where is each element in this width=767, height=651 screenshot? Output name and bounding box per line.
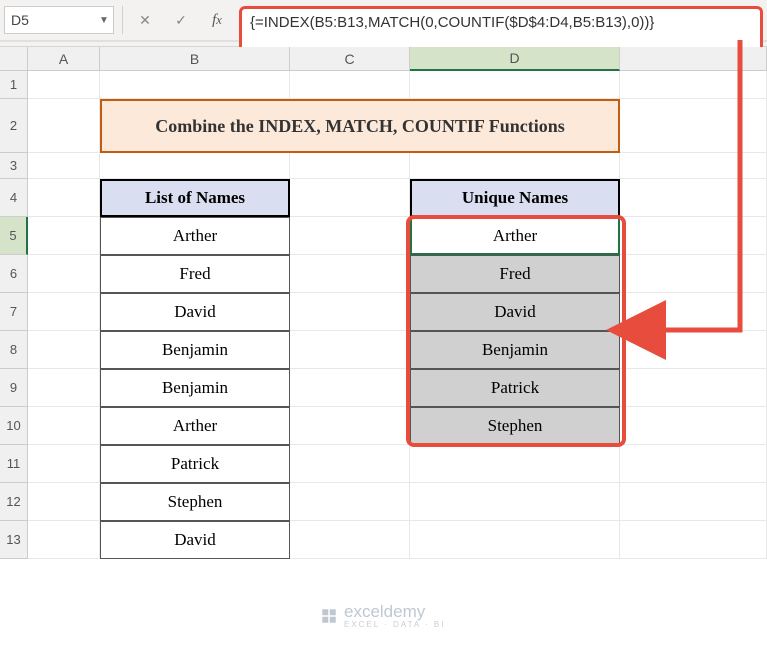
row-header[interactable]: 13 [0, 521, 28, 559]
list-item[interactable]: Stephen [100, 483, 290, 521]
list-item[interactable]: Arther [100, 217, 290, 255]
row-header[interactable]: 6 [0, 255, 28, 293]
cell[interactable] [620, 153, 767, 179]
cell[interactable] [620, 99, 767, 153]
list-item[interactable]: Benjamin [100, 369, 290, 407]
header-list-names[interactable]: List of Names [100, 179, 290, 217]
cell[interactable] [290, 521, 410, 559]
unique-item[interactable]: David [410, 293, 620, 331]
cell[interactable] [28, 255, 100, 293]
cell[interactable] [620, 179, 767, 217]
list-item[interactable]: Patrick [100, 445, 290, 483]
divider [122, 6, 123, 34]
cell[interactable] [290, 407, 410, 445]
name-box-wrap[interactable]: ▼ [4, 6, 114, 34]
cell[interactable] [620, 369, 767, 407]
row-header[interactable]: 8 [0, 331, 28, 369]
list-item[interactable]: Benjamin [100, 331, 290, 369]
cell[interactable] [410, 483, 620, 521]
cell[interactable] [290, 293, 410, 331]
cell[interactable] [290, 331, 410, 369]
watermark-logo-icon [320, 607, 338, 625]
select-all-corner[interactable] [0, 47, 28, 71]
cell[interactable] [620, 521, 767, 559]
spreadsheet-grid: A B C D 1 2 Combine the INDEX, MATCH, CO… [0, 47, 767, 559]
cell[interactable] [28, 407, 100, 445]
namebox-dropdown-icon[interactable]: ▼ [95, 15, 113, 26]
cell[interactable] [28, 483, 100, 521]
watermark-brand: exceldemy [344, 602, 445, 622]
row-header[interactable]: 1 [0, 71, 28, 99]
row-header[interactable]: 12 [0, 483, 28, 521]
unique-item[interactable]: Patrick [410, 369, 620, 407]
cell[interactable] [28, 217, 100, 255]
cell[interactable] [28, 521, 100, 559]
cell[interactable] [620, 255, 767, 293]
unique-item[interactable]: Benjamin [410, 331, 620, 369]
cell[interactable] [620, 483, 767, 521]
cell[interactable] [290, 153, 410, 179]
header-unique-names[interactable]: Unique Names [410, 179, 620, 217]
row-header[interactable]: 11 [0, 445, 28, 483]
list-item[interactable]: David [100, 293, 290, 331]
cell[interactable] [290, 445, 410, 483]
cell[interactable] [410, 445, 620, 483]
cell[interactable] [620, 293, 767, 331]
cell[interactable] [28, 99, 100, 153]
cell[interactable] [290, 71, 410, 99]
cell[interactable] [290, 217, 410, 255]
title-cell[interactable]: Combine the INDEX, MATCH, COUNTIF Functi… [100, 99, 620, 153]
unique-item[interactable]: Stephen [410, 407, 620, 445]
cell[interactable] [620, 71, 767, 99]
watermark: exceldemy EXCEL · DATA · BI [320, 602, 445, 629]
name-box[interactable] [5, 12, 95, 28]
cell[interactable] [620, 407, 767, 445]
cell[interactable] [410, 153, 620, 179]
row-header[interactable]: 7 [0, 293, 28, 331]
cell[interactable] [28, 445, 100, 483]
cell[interactable] [28, 153, 100, 179]
cell[interactable] [28, 179, 100, 217]
column-headers: A B C D [0, 47, 767, 71]
cell[interactable] [620, 445, 767, 483]
row-header[interactable]: 2 [0, 99, 28, 153]
row-header[interactable]: 9 [0, 369, 28, 407]
cell[interactable] [410, 521, 620, 559]
col-header-rest[interactable] [620, 47, 767, 71]
cell[interactable] [290, 483, 410, 521]
list-item[interactable]: Fred [100, 255, 290, 293]
row-header[interactable]: 10 [0, 407, 28, 445]
col-header-A[interactable]: A [28, 47, 100, 71]
col-header-D[interactable]: D [410, 47, 620, 71]
cell[interactable] [28, 369, 100, 407]
row-header[interactable]: 3 [0, 153, 28, 179]
cell[interactable] [290, 179, 410, 217]
cell[interactable] [290, 255, 410, 293]
cell[interactable] [100, 71, 290, 99]
cell[interactable] [100, 153, 290, 179]
cell[interactable] [28, 331, 100, 369]
list-item[interactable]: David [100, 521, 290, 559]
cell[interactable] [28, 71, 100, 99]
cell[interactable] [290, 369, 410, 407]
unique-item[interactable]: Fred [410, 255, 620, 293]
unique-item-active[interactable]: Arther [410, 217, 620, 255]
cell[interactable] [410, 71, 620, 99]
col-header-C[interactable]: C [290, 47, 410, 71]
list-item[interactable]: Arther [100, 407, 290, 445]
fx-icon[interactable]: fx [203, 6, 231, 34]
row-header[interactable]: 4 [0, 179, 28, 217]
cancel-formula-icon[interactable]: ✕ [131, 6, 159, 34]
cell[interactable] [620, 331, 767, 369]
col-header-B[interactable]: B [100, 47, 290, 71]
watermark-tagline: EXCEL · DATA · BI [344, 620, 445, 629]
formula-toolbar: ▼ ✕ ✓ fx {=INDEX(B5:B13,MATCH(0,COUNTIF(… [0, 0, 767, 42]
row-header[interactable]: 5 [0, 217, 28, 255]
accept-formula-icon[interactable]: ✓ [167, 6, 195, 34]
cell[interactable] [28, 293, 100, 331]
cell[interactable] [620, 217, 767, 255]
